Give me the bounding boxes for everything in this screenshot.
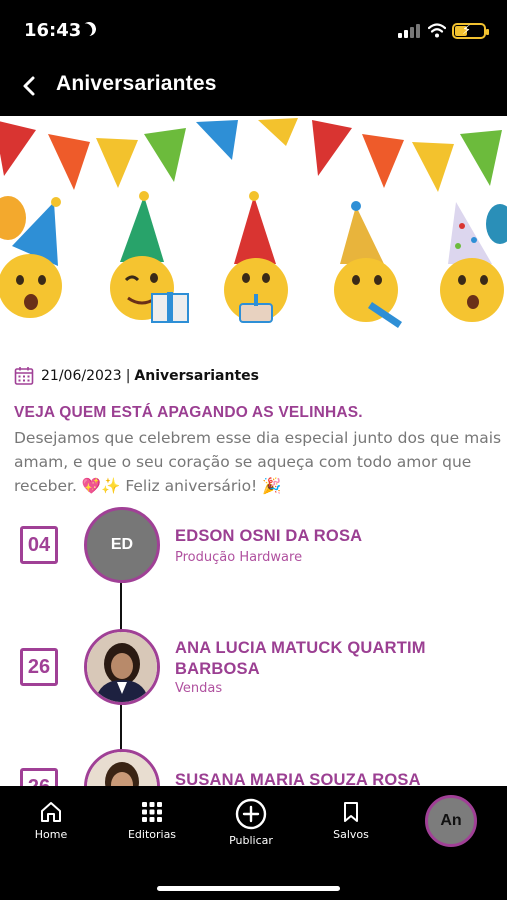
party-emoji <box>224 191 288 323</box>
birthday-day: 04 <box>20 526 58 564</box>
birthday-name[interactable]: SUSANA MARIA SOUZA ROSA <box>175 770 495 786</box>
app-header: Aniversariantes <box>0 60 507 114</box>
birthday-timeline: 04 ED EDSON OSNI DA ROSA Produção Hardwa… <box>0 504 507 786</box>
nav-label: Salvos <box>333 828 369 841</box>
profile-avatar[interactable]: An <box>425 795 477 847</box>
birthday-day: 26 <box>20 648 58 686</box>
post-meta: 21/06/2023 | Aniversariantes <box>14 366 259 386</box>
birthday-banner-image <box>0 116 507 340</box>
nav-home[interactable]: Home <box>11 800 91 841</box>
chevron-left-icon[interactable] <box>16 72 44 100</box>
post-date: 21/06/2023 <box>41 368 122 384</box>
status-bar: 16:43 ⚡ <box>0 0 507 60</box>
home-icon <box>41 802 61 822</box>
post-description: Desejamos que celebrem esse dia especial… <box>14 429 502 495</box>
birthday-department: Vendas <box>175 681 223 696</box>
calendar-icon <box>14 367 34 385</box>
meta-separator: | <box>125 368 131 384</box>
post-headline: VEJA QUEM ESTÁ APAGANDO AS VELINHAS. <box>14 404 363 421</box>
wifi-icon <box>428 23 446 38</box>
page-title: Aniversariantes <box>56 72 217 95</box>
bunting-flags <box>0 118 502 192</box>
bookmark-icon <box>344 802 358 822</box>
moon-icon <box>80 20 98 38</box>
status-time: 16:43 <box>24 20 82 41</box>
grid-icon <box>142 802 162 822</box>
birthday-day: 26 <box>20 768 58 786</box>
person-photo <box>87 632 157 702</box>
birthday-name[interactable]: ANA LUCIA MATUCK QUARTIM BARBOSA <box>175 638 495 680</box>
bottom-nav: Home Editorias Publicar Salvos An <box>0 786 507 856</box>
nav-label: Publicar <box>229 834 273 847</box>
post-category[interactable]: Aniversariantes <box>134 368 259 384</box>
signal-icon <box>398 24 420 38</box>
person-photo <box>87 752 157 786</box>
post-content[interactable]: 21/06/2023 | Aniversariantes VEJA QUEM E… <box>0 116 507 786</box>
nav-publicar[interactable]: Publicar <box>211 798 291 847</box>
birthday-name[interactable]: EDSON OSNI DA ROSA <box>175 526 495 547</box>
nav-label: Home <box>34 828 68 841</box>
home-indicator[interactable] <box>157 886 340 891</box>
nav-label: Editorias <box>127 828 177 841</box>
avatar[interactable]: ED <box>84 507 160 583</box>
nav-salvos[interactable]: Salvos <box>311 800 391 841</box>
battery-icon: ⚡ <box>452 23 489 39</box>
birthday-department: Produção Hardware <box>175 550 303 565</box>
party-emoji <box>110 191 189 323</box>
avatar[interactable] <box>84 629 160 705</box>
nav-editorias[interactable]: Editorias <box>112 800 192 841</box>
party-emoji <box>334 201 402 328</box>
plus-circle-icon <box>235 798 267 830</box>
avatar[interactable] <box>84 749 160 786</box>
